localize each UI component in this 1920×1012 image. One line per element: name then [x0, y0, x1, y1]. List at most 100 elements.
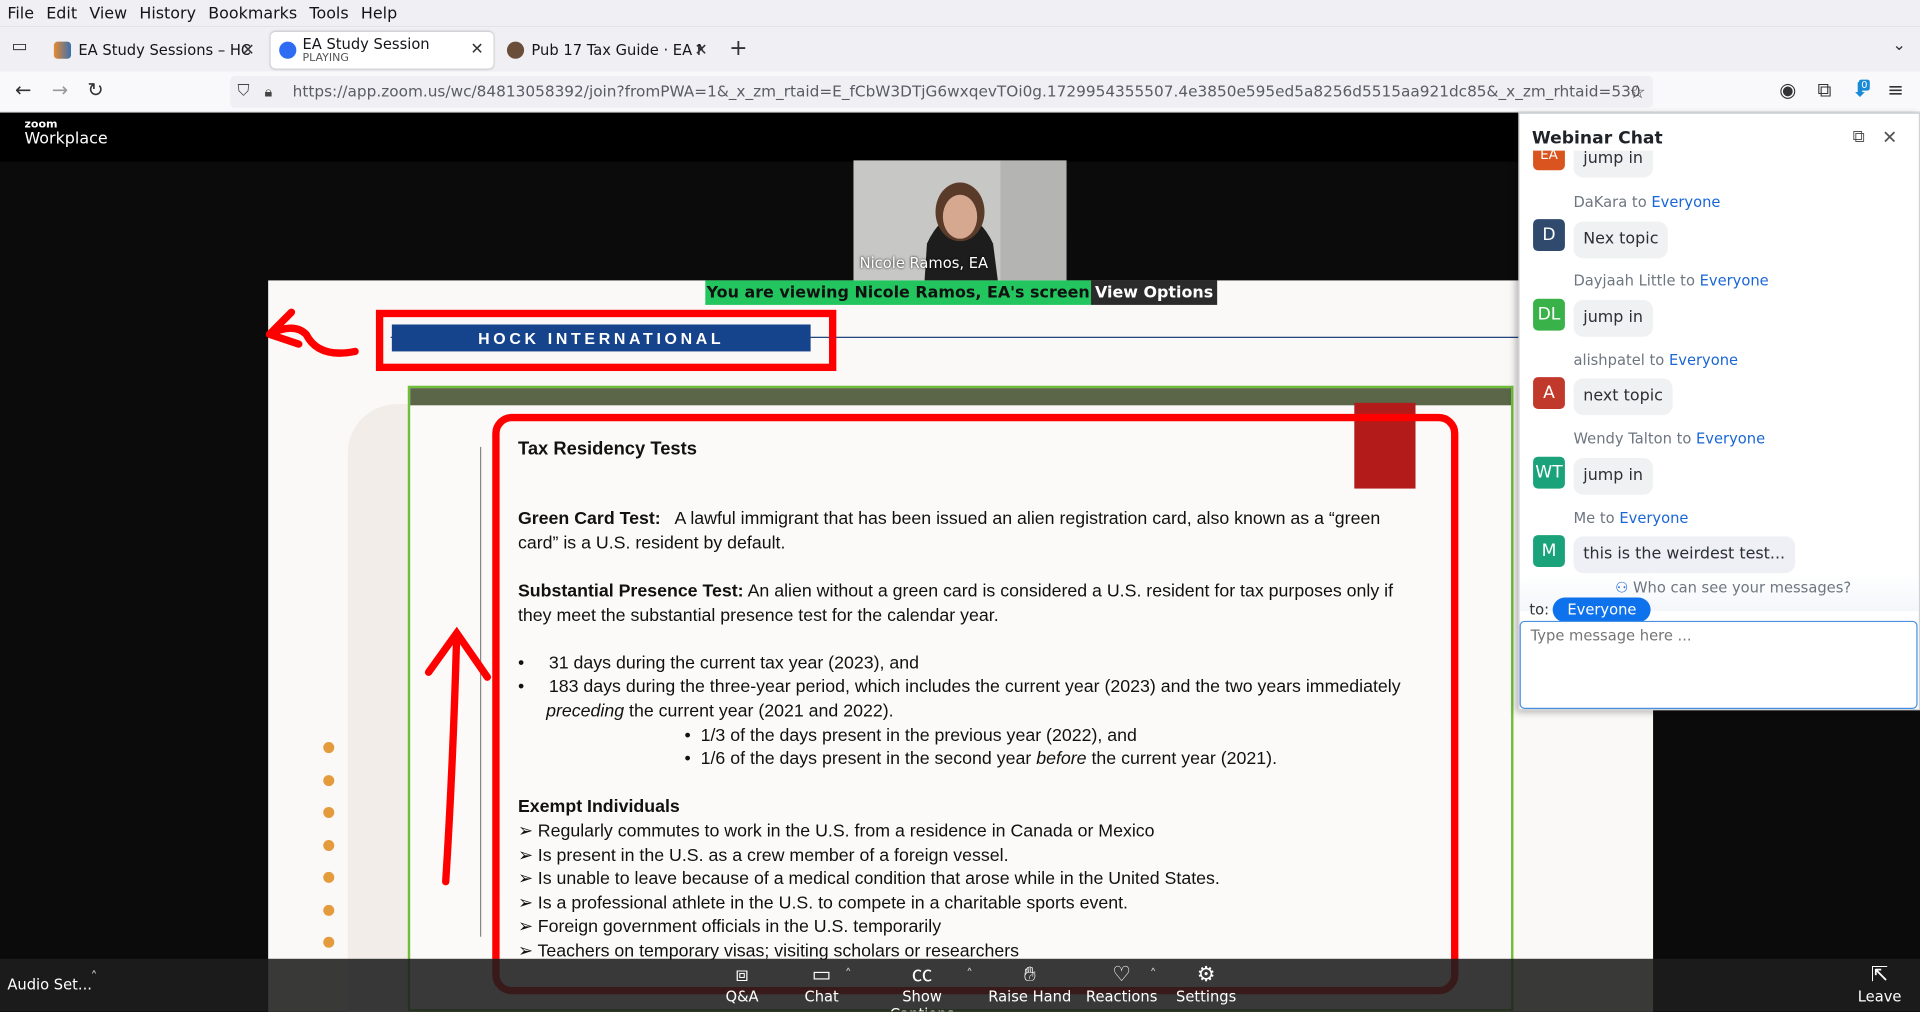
menu-bookmarks[interactable]: Bookmarks — [203, 4, 302, 22]
view-options-button[interactable]: View Options — [1091, 280, 1218, 305]
person-icon: ⚇ — [1615, 579, 1629, 597]
close-tab-icon[interactable]: ✕ — [241, 41, 254, 59]
menu-help[interactable]: Help — [356, 4, 402, 22]
reload-icon[interactable]: ↻ — [82, 78, 109, 101]
message-bubble[interactable]: jump in — [1573, 300, 1653, 337]
back-icon[interactable]: ← — [10, 78, 37, 101]
message-bubble[interactable]: next topic — [1573, 378, 1673, 416]
chat-title: Webinar Chat — [1531, 128, 1663, 149]
sender-name: DaKara — [1573, 193, 1628, 211]
chat-messages: EA jump in DaKara to Everyone D Nex topi… — [1519, 150, 1919, 616]
meeting-toolbar: Audio Set... ˄ ⧈Q&A ▭Chat ˄ ㏄Show Captio… — [0, 958, 1920, 1012]
to-word: to — [1649, 351, 1665, 369]
avatar: A — [1533, 377, 1565, 409]
annotation-box-header — [375, 309, 837, 372]
url-bar[interactable]: ⛉ 🔒︎ https://app.zoom.us/wc/84813058392/… — [230, 75, 1654, 108]
presenter-name: Nicole Ramos, EA — [859, 254, 989, 272]
privacy-text: Who can see your messages? — [1632, 579, 1852, 597]
message-header: alishpatel to Everyone — [1573, 351, 1738, 368]
bookmark-star-icon[interactable]: ☆ — [1629, 76, 1645, 108]
chevron-up-icon[interactable]: ˄ — [91, 969, 98, 985]
lock-icon[interactable]: 🔒︎ — [264, 76, 272, 108]
message-bubble[interactable]: this is the weirdest test... — [1573, 536, 1795, 574]
privacy-info[interactable]: ⚇ Who can see your messages? — [1615, 579, 1851, 596]
recipient-link[interactable]: Everyone — [1700, 272, 1769, 289]
reactions-label: Reactions — [1085, 988, 1158, 1006]
recipient-link[interactable]: Everyone — [1619, 509, 1688, 526]
recipient-link[interactable]: Everyone — [1696, 430, 1765, 447]
gear-icon: ⚙ — [1196, 962, 1216, 987]
leave-button[interactable]: ⇱ Leave — [1831, 961, 1920, 1005]
message-header: Wendy Talton to Everyone — [1573, 430, 1765, 447]
close-icon[interactable]: ✕ — [1882, 126, 1897, 148]
avatar: EA — [1533, 150, 1565, 171]
raise-hand-button[interactable]: ✋︎ Raise Hand — [981, 961, 1079, 1005]
to-word: to — [1676, 429, 1692, 447]
forward-icon[interactable]: → — [47, 78, 74, 101]
new-tab-icon[interactable]: + — [725, 36, 752, 62]
message-bubble[interactable]: jump in — [1573, 150, 1653, 178]
chevron-up-icon[interactable]: ˄ — [845, 966, 852, 982]
to-word: to — [1599, 509, 1615, 527]
url-text: https://app.zoom.us/wc/84813058392/join?… — [292, 82, 1641, 101]
recipient-link[interactable]: Everyone — [1651, 193, 1720, 210]
leave-icon: ⇱ — [1870, 962, 1889, 987]
sender-name: Dayjaah Little — [1573, 271, 1676, 289]
message-input[interactable] — [1519, 620, 1918, 709]
close-tab-icon[interactable]: ✕ — [470, 40, 483, 58]
viewing-bar: You are viewing Nicole Ramos, EA's scree… — [705, 280, 1218, 305]
chat-label: Chat — [804, 988, 839, 1006]
tab-title: EA Study Sessions – HOC — [78, 41, 250, 59]
qa-label: Q&A — [725, 988, 759, 1006]
avatar: D — [1533, 219, 1565, 252]
annotation-arrow-up-icon — [424, 626, 492, 886]
tab-ea-study-session[interactable]: EA Study Session PLAYING ✕ — [270, 31, 494, 69]
captions-icon: ㏄ — [911, 962, 933, 987]
annotation-box-content — [492, 413, 1459, 995]
recipient-link[interactable]: Everyone — [1669, 351, 1738, 368]
shield-icon[interactable]: ⛉ — [238, 76, 250, 108]
popout-icon[interactable]: ⧉ — [1853, 127, 1865, 147]
tab-pub17[interactable]: Pub 17 Tax Guide · EA No ✕ — [497, 32, 717, 69]
message-bubble[interactable]: Nex topic — [1573, 221, 1669, 259]
list-tabs-icon[interactable]: ⌄ — [1886, 37, 1913, 55]
leave-label: Leave — [1857, 988, 1902, 1006]
menu-file[interactable]: File — [2, 4, 38, 22]
captions-button[interactable]: ㏄Show Captions — [872, 961, 972, 1011]
menu-edit[interactable]: Edit — [41, 4, 82, 22]
to-word: to — [1680, 271, 1695, 289]
chevron-up-icon[interactable]: ˄ — [1150, 966, 1157, 982]
recipient-selector[interactable]: Everyone — [1552, 597, 1652, 623]
menu-hamburger-icon[interactable]: ≡ — [1882, 78, 1909, 101]
raise-hand-label: Raise Hand — [988, 988, 1072, 1006]
extension-badge: 0 — [1858, 79, 1870, 91]
zoom-header — [0, 112, 1519, 162]
sender-name: alishpatel — [1573, 351, 1645, 369]
webinar-chat-panel: Webinar Chat ⧉ ✕ EA jump in DaKara to Ev… — [1518, 112, 1920, 711]
message-header: DaKara to Everyone — [1573, 193, 1720, 210]
close-tab-icon[interactable]: ✕ — [694, 41, 707, 59]
avatar: M — [1533, 535, 1565, 567]
presenter-video[interactable]: Nicole Ramos, EA — [853, 160, 1067, 282]
chat-button[interactable]: ▭ Chat — [773, 961, 871, 1005]
menu-view[interactable]: View — [84, 4, 132, 22]
message-bubble[interactable]: jump in — [1573, 457, 1653, 495]
annotation-arrow-left-icon — [265, 308, 359, 357]
avatar: DL — [1533, 298, 1565, 331]
menu-history[interactable]: History — [134, 4, 200, 22]
tab-overview-icon[interactable]: ▭ — [6, 37, 33, 57]
tab-title: Pub 17 Tax Guide · EA No — [531, 41, 703, 59]
tab-ea-study-sessions[interactable]: EA Study Sessions – HOC ✕ — [44, 32, 264, 69]
audio-settings-button[interactable]: Audio Set... — [7, 976, 92, 993]
zoom-favicon-icon — [279, 41, 297, 59]
sender-name: Me — [1573, 509, 1596, 527]
hock-favicon-icon — [53, 41, 72, 59]
tab-bar: ▭ EA Study Sessions – HOC ✕ EA Study Ses… — [0, 26, 1920, 72]
settings-button[interactable]: ⚙ Settings — [1157, 961, 1255, 1005]
tab-playing-label: PLAYING — [302, 52, 349, 65]
puzzle-icon[interactable]: ⧉ — [1811, 78, 1838, 102]
chevron-up-icon[interactable]: ˄ — [966, 966, 973, 982]
to-label: to: — [1529, 601, 1550, 619]
menu-tools[interactable]: Tools — [305, 4, 354, 22]
extension-icon[interactable]: ◉ — [1774, 78, 1801, 101]
